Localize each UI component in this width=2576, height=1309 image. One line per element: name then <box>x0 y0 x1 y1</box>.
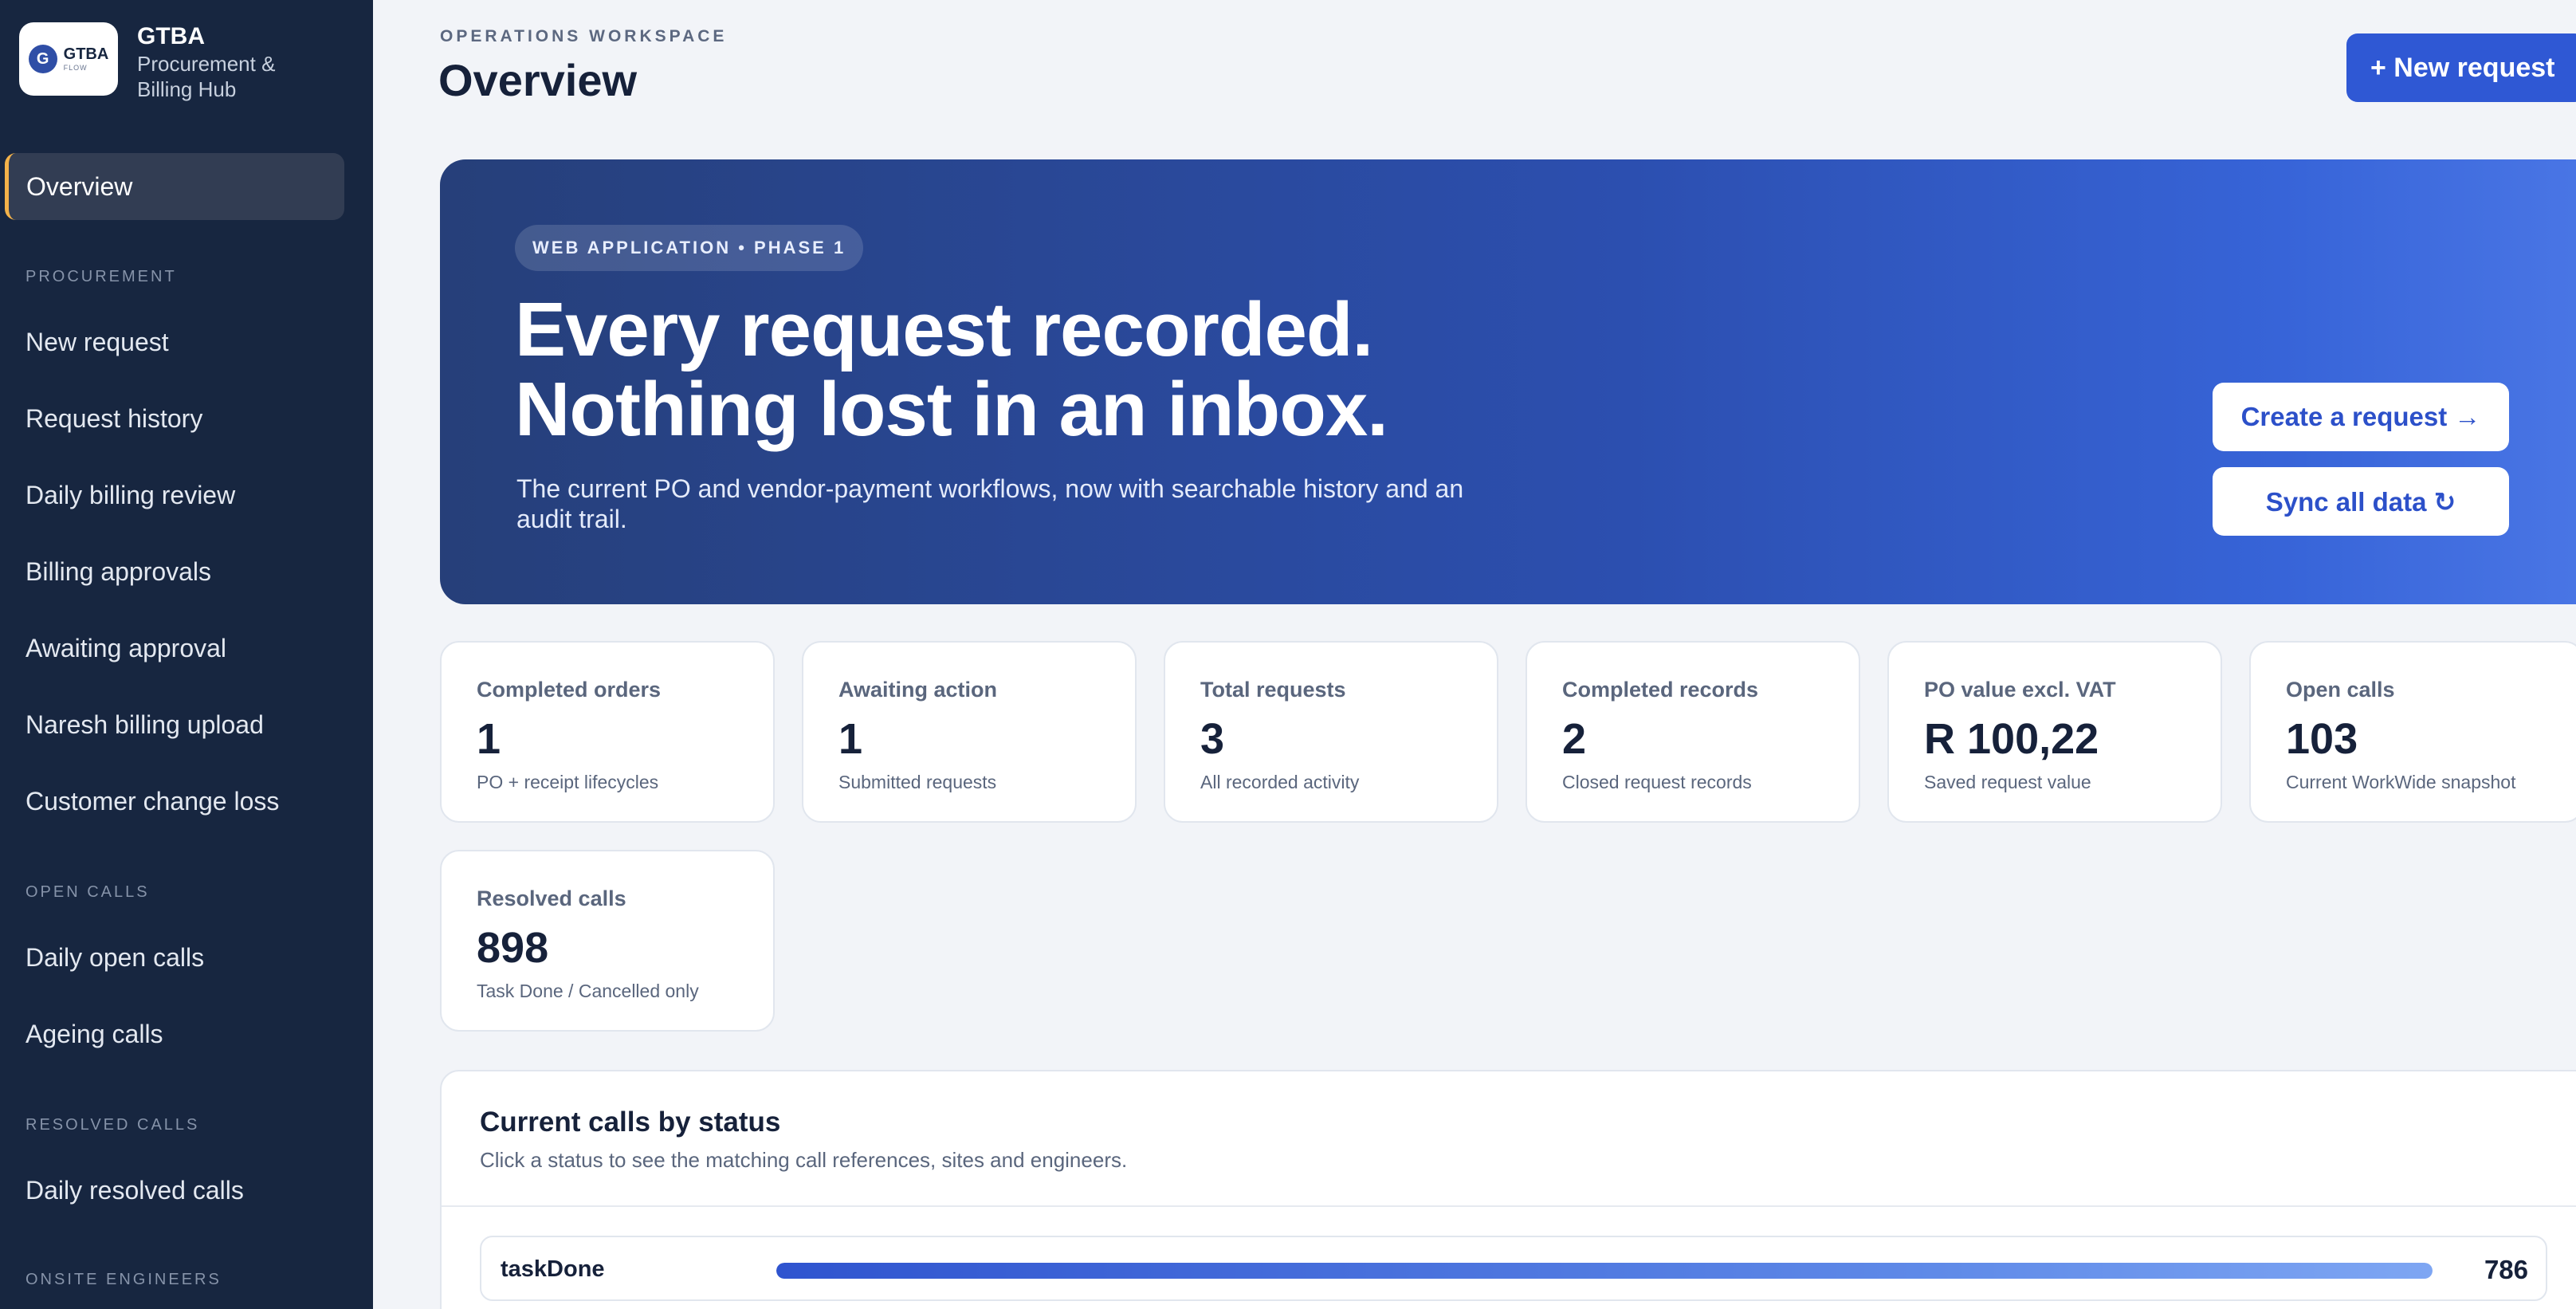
stat-caption: Current WorkWide snapshot <box>2286 772 2516 792</box>
status-bar-fill <box>776 1263 2433 1279</box>
status-name: taskDone <box>501 1256 605 1282</box>
brand[interactable]: G GTBA FLOW GTBA Procurement & Billing H… <box>19 22 312 102</box>
brand-name: GTBA <box>137 23 205 49</box>
sidebar-item-new-request[interactable]: New request <box>26 328 169 357</box>
stat-label: Completed orders <box>477 678 662 702</box>
brand-logo: G GTBA FLOW <box>19 22 118 96</box>
sidebar-item-customer-change-loss[interactable]: Customer change loss <box>26 787 279 816</box>
logo-subtext: FLOW <box>63 64 88 72</box>
stat-value: 103 <box>2286 715 2358 763</box>
stat-value: 898 <box>477 924 549 972</box>
sidebar-item-request-history[interactable]: Request history <box>26 404 202 434</box>
sidebar-item-naresh-billing-upload[interactable]: Naresh billing upload <box>26 710 264 740</box>
hero-headline-line-1: Every request recorded. <box>515 287 1373 372</box>
sidebar-item-daily-open-calls[interactable]: Daily open calls <box>26 943 204 973</box>
stat-label: Awaiting action <box>838 678 998 702</box>
stat-card-resolved-calls[interactable]: Resolved calls 898 Task Done / Cancelled… <box>440 850 775 1032</box>
status-row-taskdone[interactable]: taskDone 786 <box>480 1236 2547 1301</box>
stat-value: 1 <box>477 715 501 763</box>
stat-caption: All recorded activity <box>1200 772 1360 792</box>
sync-all-data-button[interactable]: Sync all data ↻ <box>2213 467 2509 536</box>
stat-label: Total requests <box>1200 678 1346 702</box>
divider <box>442 1205 2576 1207</box>
hero-description: The current PO and vendor-payment workfl… <box>516 474 1464 533</box>
stat-label: Resolved calls <box>477 886 626 910</box>
stat-label: Open calls <box>2286 678 2395 702</box>
stat-value: 3 <box>1200 715 1225 763</box>
stat-card-open-calls[interactable]: Open calls 103 Current WorkWide snapshot <box>2249 641 2576 823</box>
stat-value: R 100,22 <box>1924 715 2099 763</box>
stat-label: PO value excl. VAT <box>1924 678 2116 702</box>
stat-caption: Saved request value <box>1924 772 2091 792</box>
sidebar: G GTBA FLOW GTBA Procurement & Billing H… <box>0 0 373 1309</box>
stat-card-total-requests[interactable]: Total requests 3 All recorded activity <box>1164 641 1498 823</box>
stat-value: 2 <box>1562 715 1587 763</box>
stat-label: Completed records <box>1562 678 1759 702</box>
calls-by-status-panel: Current calls by status Click a status t… <box>440 1070 2576 1309</box>
stat-value: 1 <box>838 715 863 763</box>
brand-subtitle: Procurement & Billing Hub <box>137 52 276 101</box>
page-eyebrow: OPERATIONS WORKSPACE <box>440 27 728 45</box>
hero-headline-line-2: Nothing lost in an inbox. <box>515 367 1388 452</box>
sidebar-section-procurement: PROCUREMENT <box>26 268 177 285</box>
stat-caption: Task Done / Cancelled only <box>477 981 699 1001</box>
sidebar-item-billing-approvals[interactable]: Billing approvals <box>26 557 211 587</box>
sidebar-item-overview[interactable]: Overview <box>5 153 344 220</box>
sidebar-section-onsite-engineers: ONSITE ENGINEERS <box>26 1271 222 1288</box>
stat-card-completed-records[interactable]: Completed records 2 Closed request recor… <box>1526 641 1860 823</box>
sidebar-item-daily-billing-review[interactable]: Daily billing review <box>26 481 235 510</box>
sidebar-section-resolved-calls: RESOLVED CALLS <box>26 1116 200 1134</box>
stat-card-completed-orders[interactable]: Completed orders 1 PO + receipt lifecycl… <box>440 641 775 823</box>
stat-caption: Submitted requests <box>838 772 997 792</box>
status-count: 786 <box>2484 1255 2528 1284</box>
panel-title: Current calls by status <box>480 1107 781 1138</box>
sidebar-item-awaiting-approval[interactable]: Awaiting approval <box>26 634 226 663</box>
stat-caption: Closed request records <box>1562 772 1752 792</box>
sidebar-item-ageing-calls[interactable]: Ageing calls <box>26 1020 163 1049</box>
panel-subtitle: Click a status to see the matching call … <box>480 1148 1128 1172</box>
page-title: Overview <box>438 55 638 105</box>
sidebar-item-daily-resolved-calls[interactable]: Daily resolved calls <box>26 1176 244 1205</box>
hero-headline: Every request recorded. Nothing lost in … <box>515 290 1388 450</box>
stat-card-po-value[interactable]: PO value excl. VAT R 100,22 Saved reques… <box>1887 641 2222 823</box>
status-bar-track <box>776 1263 2433 1279</box>
logo-text: GTBA <box>63 45 109 63</box>
stat-caption: PO + receipt lifecycles <box>477 772 659 792</box>
hero-banner: WEB APPLICATION • PHASE 1 Every request … <box>440 159 2576 604</box>
logo-mark-icon: G <box>28 45 57 73</box>
new-request-button[interactable]: + New request <box>2346 33 2576 102</box>
stat-card-awaiting-action[interactable]: Awaiting action 1 Submitted requests <box>802 641 1137 823</box>
create-request-button[interactable]: Create a request → <box>2213 383 2509 451</box>
sidebar-section-open-calls: OPEN CALLS <box>26 883 150 901</box>
phase-badge: WEB APPLICATION • PHASE 1 <box>515 225 864 271</box>
